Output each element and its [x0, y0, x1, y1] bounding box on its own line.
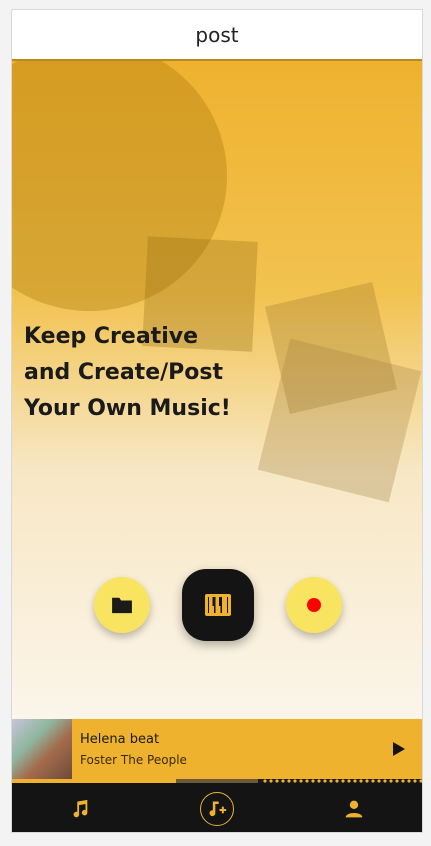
tagline-line: Keep Creative [24, 324, 198, 349]
play-icon[interactable] [388, 739, 408, 759]
mini-player[interactable]: Helena beat Foster The People [12, 719, 422, 779]
header: post [12, 10, 422, 61]
nav-active-indicator [199, 791, 234, 826]
album-art [12, 719, 72, 779]
folder-icon [112, 597, 132, 614]
piano-icon [205, 594, 231, 616]
bottom-nav [12, 783, 422, 832]
person-icon [345, 800, 362, 817]
record-button[interactable] [286, 577, 342, 633]
hero-tagline: Keep Creative and Create/Post Your Own M… [24, 319, 274, 427]
tagline-line: Your Own Music! [24, 396, 231, 421]
page-title: post [195, 22, 239, 47]
hero-section: Keep Creative and Create/Post Your Own M… [12, 61, 422, 719]
track-artist: Foster The People [80, 753, 187, 767]
tagline-line: and Create/Post [24, 360, 223, 385]
nav-item-music[interactable] [50, 783, 110, 832]
piano-button[interactable] [182, 569, 254, 641]
nav-item-profile[interactable] [324, 783, 384, 832]
nav-item-post[interactable] [187, 783, 247, 832]
track-title: Helena beat [80, 732, 160, 747]
upload-file-button[interactable] [94, 577, 150, 633]
app-frame: post Keep Creative and Create/Post Your … [11, 9, 423, 833]
music-note-icon [73, 799, 88, 817]
add-music-icon [209, 801, 227, 816]
record-icon [307, 598, 321, 612]
